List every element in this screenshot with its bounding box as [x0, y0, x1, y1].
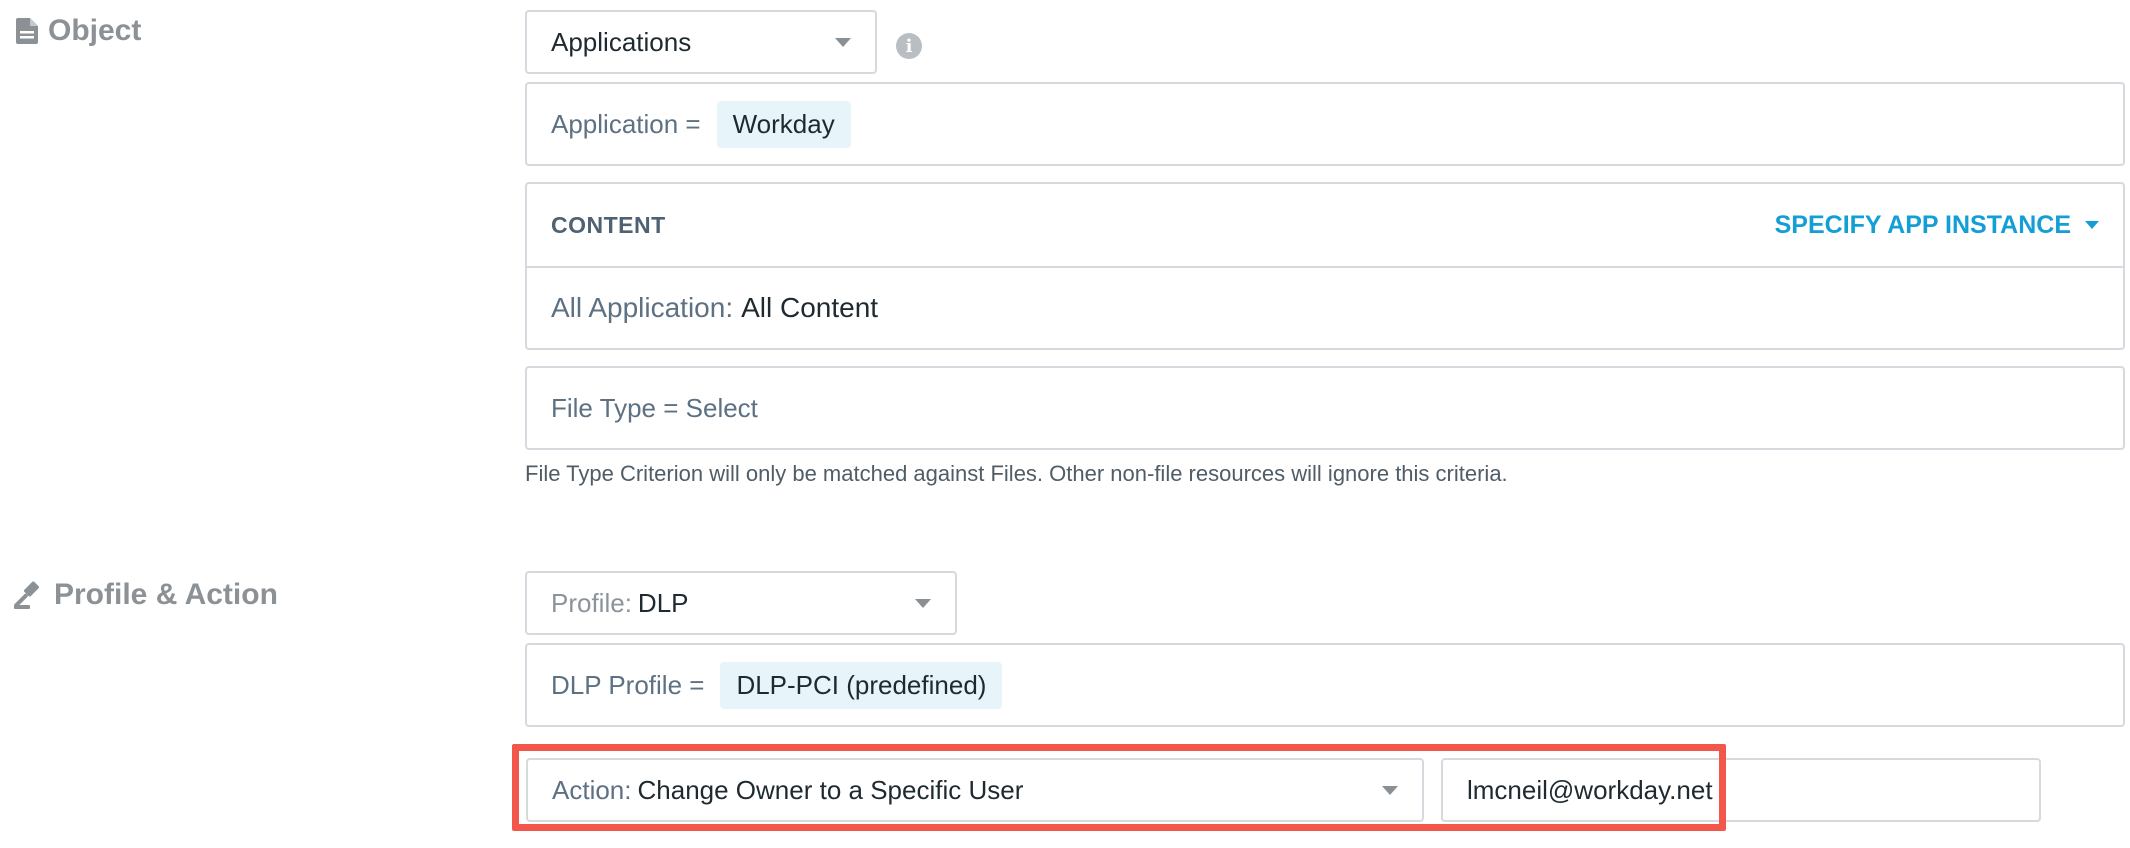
profile-action-title-text: Profile & Action	[54, 578, 278, 611]
specify-app-instance-link[interactable]: SPECIFY APP INSTANCE	[1775, 211, 2099, 240]
object-type-select[interactable]: Applications	[525, 10, 877, 74]
content-header-label: CONTENT	[551, 211, 666, 238]
chevron-down-icon	[1382, 785, 1398, 795]
object-section-title: Object	[16, 14, 141, 48]
file-type-helper-text: File Type Criterion will only be matched…	[525, 461, 1508, 486]
content-body-value: All Content	[741, 292, 879, 323]
dlp-profile-filter[interactable]: DLP Profile = DLP-PCI (predefined)	[525, 643, 2125, 727]
document-icon	[16, 18, 38, 44]
file-type-filter-text: File Type = Select	[551, 392, 758, 423]
info-icon[interactable]: i	[896, 33, 922, 59]
dlp-profile-chip[interactable]: DLP-PCI (predefined)	[720, 661, 1003, 709]
profile-action-section-title: Profile & Action	[14, 578, 278, 612]
action-select[interactable]: Action: Change Owner to a Specific User	[526, 758, 1424, 822]
dlp-profile-filter-label: DLP Profile =	[551, 669, 705, 700]
object-title-text: Object	[48, 14, 142, 47]
profile-select-label: Profile:	[551, 587, 632, 618]
application-filter[interactable]: Application = Workday	[525, 82, 2125, 166]
specify-app-instance-label: SPECIFY APP INSTANCE	[1774, 210, 2071, 239]
action-select-value: Change Owner to a Specific User	[637, 774, 1024, 805]
chevron-down-icon	[915, 598, 931, 608]
content-panel: CONTENT SPECIFY APP INSTANCE All Applica…	[525, 182, 2125, 350]
owner-email-input[interactable]	[1441, 758, 2041, 822]
gavel-icon	[14, 581, 40, 609]
file-type-filter[interactable]: File Type = Select	[525, 366, 2125, 450]
content-panel-body[interactable]: All Application: All Content	[527, 268, 2123, 348]
application-filter-label: Application =	[551, 108, 701, 139]
content-panel-header: CONTENT SPECIFY APP INSTANCE	[527, 184, 2123, 268]
caret-down-icon	[2085, 221, 2099, 229]
content-body-label: All Application:	[551, 292, 734, 323]
object-type-value: Applications	[551, 26, 692, 57]
profile-select-value: DLP	[637, 587, 689, 618]
chevron-down-icon	[835, 37, 851, 47]
profile-select[interactable]: Profile: DLP	[525, 571, 957, 635]
action-select-label: Action:	[552, 774, 632, 805]
application-chip[interactable]: Workday	[716, 100, 851, 148]
